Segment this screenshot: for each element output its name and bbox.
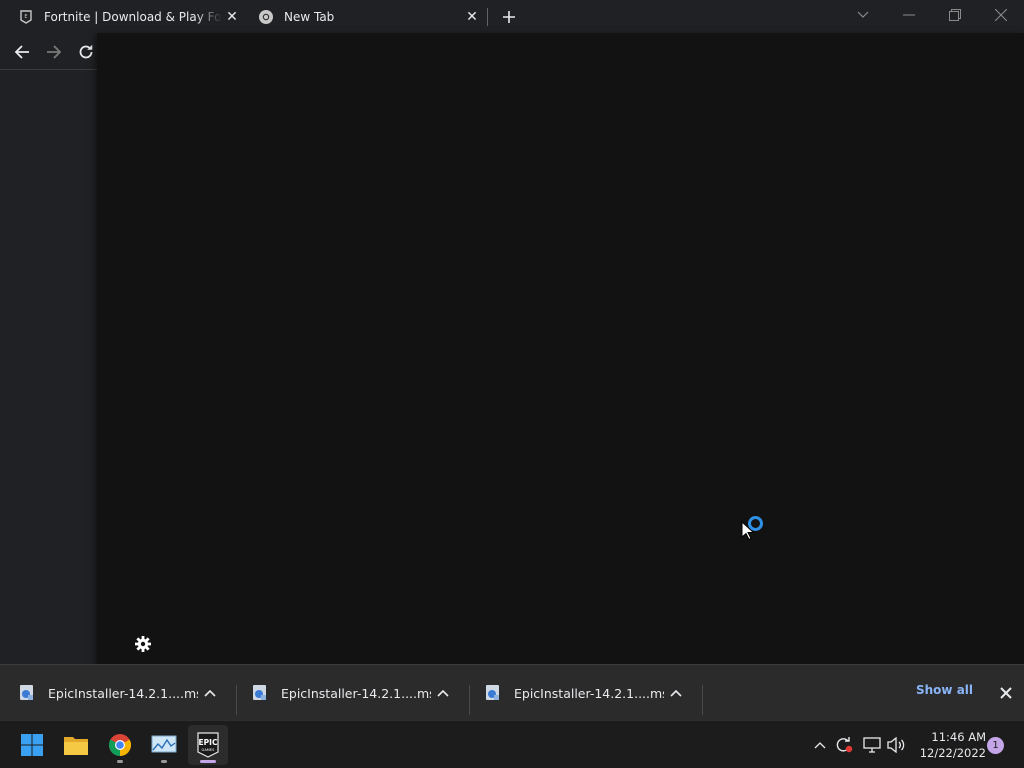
tab-fortnite[interactable]: E Fortnite | Download & Play For Fr ✕ — [0, 0, 248, 34]
show-all-downloads-link[interactable]: Show all — [916, 683, 973, 697]
clock-date: 12/22/2022 — [919, 746, 986, 760]
gear-icon[interactable] — [134, 635, 152, 653]
chevron-up-icon[interactable] — [198, 681, 222, 705]
epic-installer-splash-window — [97, 33, 1024, 686]
download-item[interactable]: EpicInstaller-14.2.1....msi — [18, 681, 222, 705]
close-downloads-icon[interactable] — [994, 681, 1018, 705]
windows-start-icon[interactable] — [12, 725, 52, 765]
busy-spinner-icon — [748, 516, 763, 531]
download-filename: EpicInstaller-14.2.1....msi — [281, 685, 431, 701]
epic-games-launcher-icon[interactable]: EPIC GAMES — [188, 725, 228, 765]
sync-status-icon[interactable] — [834, 735, 854, 755]
notification-count-badge[interactable]: 1 — [987, 737, 1004, 754]
forward-arrow-icon[interactable] — [42, 40, 66, 64]
reload-icon[interactable] — [74, 40, 98, 64]
tab-strip: E Fortnite | Download & Play For Fr ✕ Ne… — [0, 0, 1024, 34]
performance-monitor-icon[interactable] — [144, 725, 184, 765]
msi-installer-icon — [484, 684, 502, 702]
tab-search-chevron-down-icon[interactable] — [848, 4, 878, 26]
network-icon[interactable] — [862, 735, 882, 755]
downloads-bar: EpicInstaller-14.2.1....msi EpicInstalle… — [0, 664, 1024, 720]
msi-installer-icon — [251, 684, 269, 702]
epic-games-favicon-icon: E — [18, 9, 34, 25]
download-divider — [702, 685, 703, 715]
download-item[interactable]: EpicInstaller-14.2.1....msi — [251, 681, 455, 705]
chrome-favicon-icon — [258, 9, 274, 25]
tab-title: New Tab — [284, 10, 335, 24]
tab-title: Fortnite | Download & Play For Fr — [44, 10, 222, 24]
msi-installer-icon — [18, 684, 36, 702]
download-divider — [469, 685, 470, 715]
running-indicator — [161, 760, 167, 763]
active-indicator — [200, 760, 216, 763]
taskbar: EPIC GAMES 11:46 AM 12/22/2022 1 — [0, 720, 1024, 768]
chrome-icon[interactable] — [100, 725, 140, 765]
back-arrow-icon[interactable] — [10, 40, 34, 64]
epic-logo-subtext: GAMES — [202, 748, 216, 752]
tab-divider — [487, 8, 488, 26]
tab-close-icon[interactable]: ✕ — [222, 7, 242, 27]
new-tab-button[interactable] — [498, 6, 520, 28]
chevron-up-icon[interactable] — [810, 735, 830, 755]
running-indicator — [117, 760, 123, 763]
epic-logo-text: EPIC — [199, 738, 218, 747]
file-explorer-icon[interactable] — [56, 725, 96, 765]
tab-new-tab[interactable]: New Tab ✕ — [248, 0, 488, 34]
download-filename: EpicInstaller-14.2.1....msi — [48, 685, 198, 701]
tab-close-icon[interactable]: ✕ — [462, 7, 482, 27]
system-clock[interactable]: 11:46 AM 12/22/2022 — [912, 729, 986, 761]
download-divider — [236, 685, 237, 715]
chevron-up-icon[interactable] — [664, 681, 688, 705]
svg-text:E: E — [24, 14, 27, 20]
volume-icon[interactable] — [886, 735, 906, 755]
download-item[interactable]: EpicInstaller-14.2.1....msi — [484, 681, 688, 705]
minimize-icon[interactable] — [894, 4, 924, 26]
clock-time: 11:46 AM — [931, 730, 986, 744]
close-icon[interactable] — [986, 4, 1016, 26]
restore-icon[interactable] — [940, 4, 970, 26]
download-filename: EpicInstaller-14.2.1....msi — [514, 685, 664, 701]
chevron-up-icon[interactable] — [431, 681, 455, 705]
